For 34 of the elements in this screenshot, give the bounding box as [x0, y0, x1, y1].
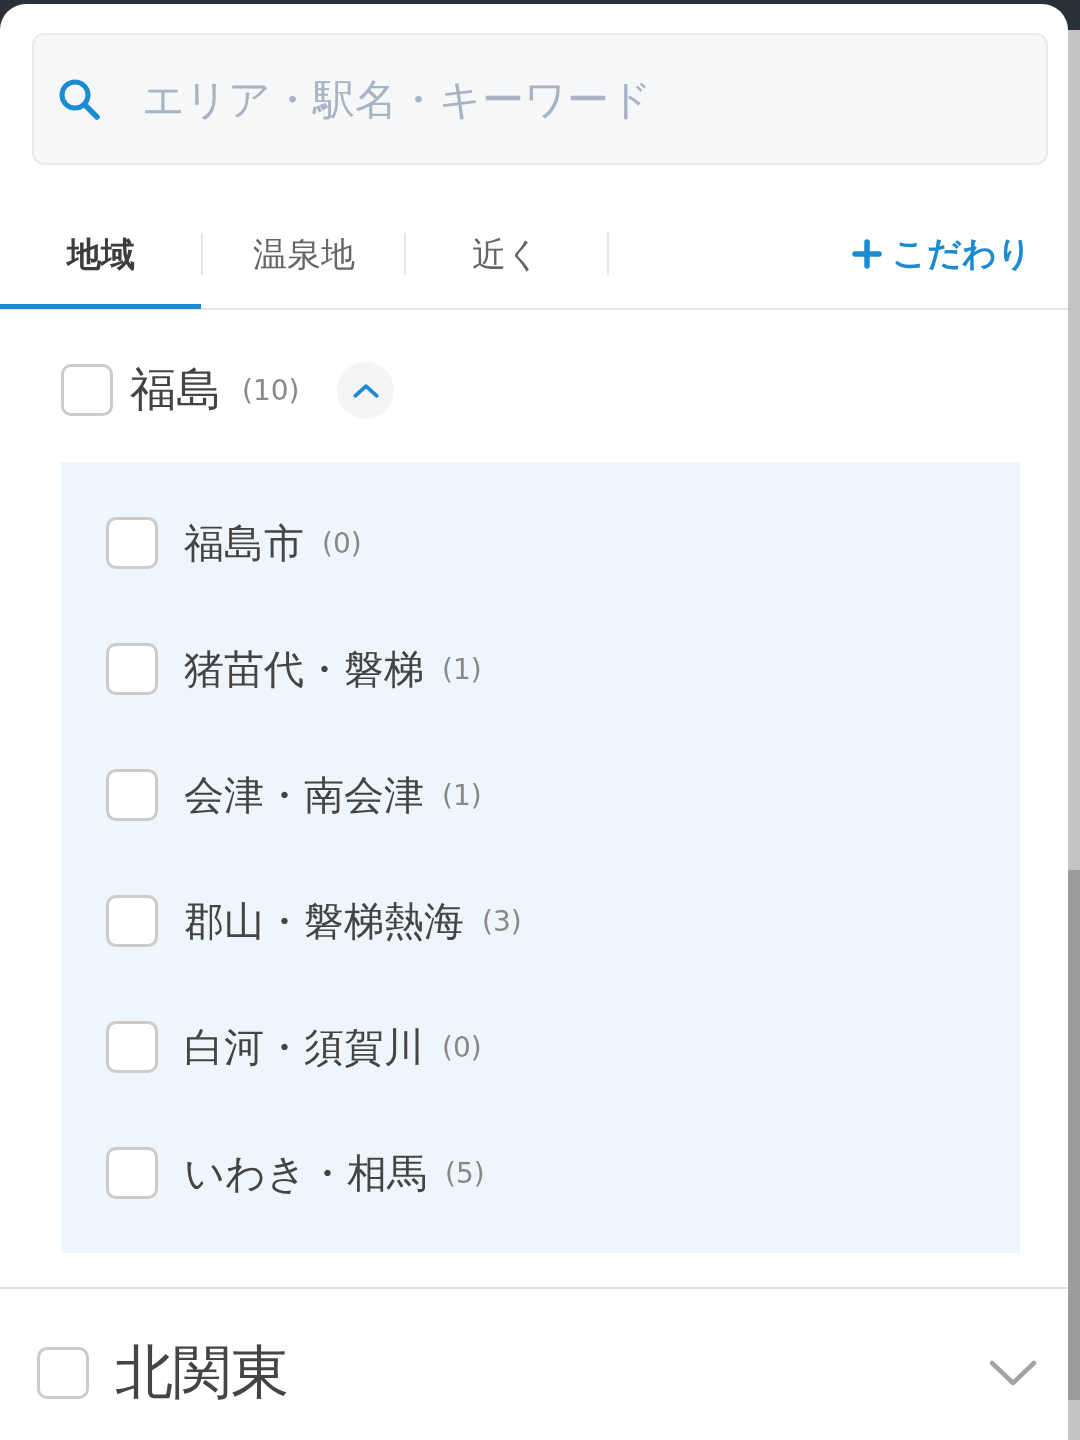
prefecture-label: 福島 [130, 361, 222, 418]
tab[interactable]: 温泉地 [203, 201, 404, 309]
sub-area-count: (1) [442, 778, 482, 812]
checkbox[interactable] [106, 643, 158, 695]
filter-label: こだわり [892, 232, 1032, 275]
sub-area-label: 福島市 [184, 518, 304, 568]
checkbox[interactable] [106, 769, 158, 821]
sub-area-count: (0) [322, 526, 362, 560]
search-field[interactable]: エリア・駅名・キーワード [32, 33, 1048, 165]
prefecture-count: (10) [242, 373, 300, 407]
search-icon [58, 78, 100, 120]
plus-icon [852, 239, 882, 269]
chevron-down-icon[interactable] [989, 1360, 1037, 1386]
tab[interactable]: 地域 [0, 201, 201, 309]
checkbox[interactable] [37, 1347, 89, 1399]
sub-area-label: 白河・須賀川 [184, 1022, 424, 1072]
sub-area-label: 猪苗代・磐梯 [184, 644, 424, 694]
sub-area-label: いわき・相馬 [184, 1148, 427, 1198]
sub-area-count: (1) [442, 652, 482, 686]
area-label: 北関東 [115, 1337, 289, 1408]
sub-area-label: 郡山・磐梯熱海 [184, 896, 464, 946]
checkbox[interactable] [106, 895, 158, 947]
sub-area-count: (0) [442, 1030, 482, 1064]
chevron-up-icon [353, 382, 379, 398]
checkbox[interactable] [106, 517, 158, 569]
filter-button[interactable]: こだわり [852, 231, 1032, 277]
checkbox[interactable] [61, 364, 113, 416]
checkbox[interactable] [106, 1147, 158, 1199]
sub-area-count: (5) [445, 1156, 485, 1190]
tab[interactable]: 近く [406, 201, 607, 309]
sub-area-count: (3) [482, 904, 522, 938]
scrollbar-thumb[interactable] [1068, 870, 1080, 1400]
checkbox[interactable] [106, 1021, 158, 1073]
sub-area-label: 会津・南会津 [184, 770, 424, 820]
